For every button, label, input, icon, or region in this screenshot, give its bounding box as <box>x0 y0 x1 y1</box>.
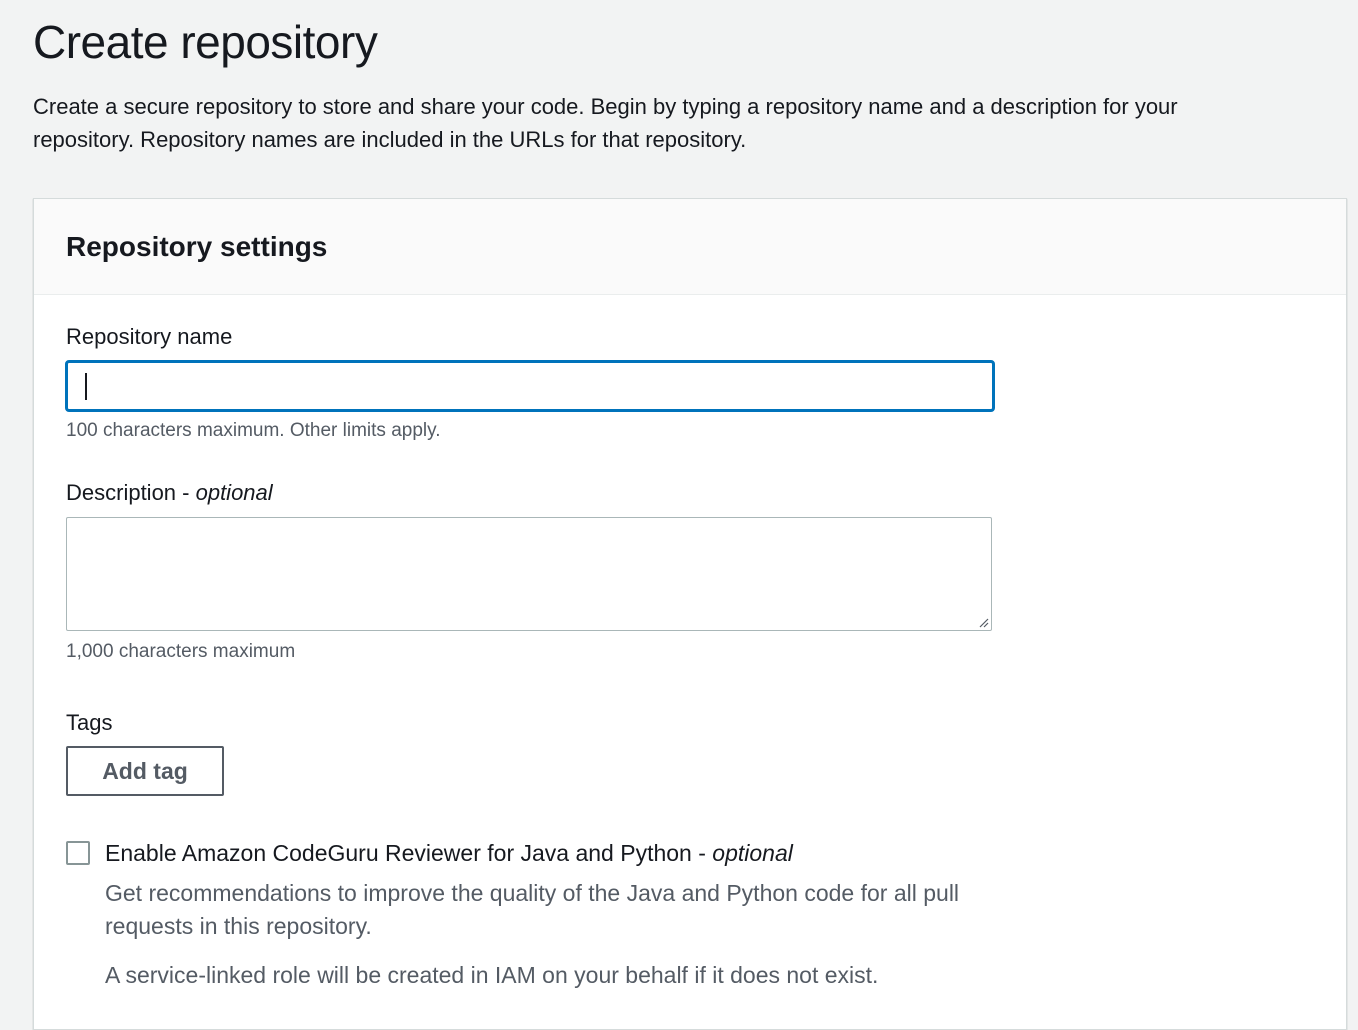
tags-label: Tags <box>66 710 113 735</box>
description-constraint: 1,000 characters maximum <box>66 641 296 662</box>
page-title: Create repository <box>33 16 378 68</box>
codeguru-iam-note: A service-linked role will be created in… <box>105 962 879 988</box>
repository-name-input[interactable] <box>65 360 995 412</box>
add-tag-button[interactable]: Add tag <box>66 746 224 796</box>
description-optional-label: optional <box>195 480 273 505</box>
codeguru-label-text: Enable Amazon CodeGuru Reviewer for Java… <box>105 840 713 866</box>
text-cursor <box>85 373 87 400</box>
description-label: Description - optional <box>66 479 273 507</box>
codeguru-checkbox[interactable] <box>66 841 90 865</box>
resize-handle-icon[interactable] <box>977 616 989 628</box>
repository-name-label: Repository name <box>66 324 233 349</box>
description-textarea[interactable] <box>66 517 992 631</box>
panel-header: Repository settings <box>34 199 1346 295</box>
codeguru-checkbox-label[interactable]: Enable Amazon CodeGuru Reviewer for Java… <box>105 839 793 867</box>
codeguru-description: Get recommendations to improve the quali… <box>105 880 960 939</box>
codeguru-optional-label: optional <box>712 840 793 866</box>
page-description: Create a secure repository to store and … <box>33 94 1178 152</box>
repository-name-constraint: 100 characters maximum. Other limits app… <box>66 420 441 441</box>
panel-title: Repository settings <box>66 231 328 262</box>
repository-settings-panel: Repository settings Repository name 100 … <box>33 198 1347 1030</box>
description-label-text: Description - <box>66 480 196 505</box>
